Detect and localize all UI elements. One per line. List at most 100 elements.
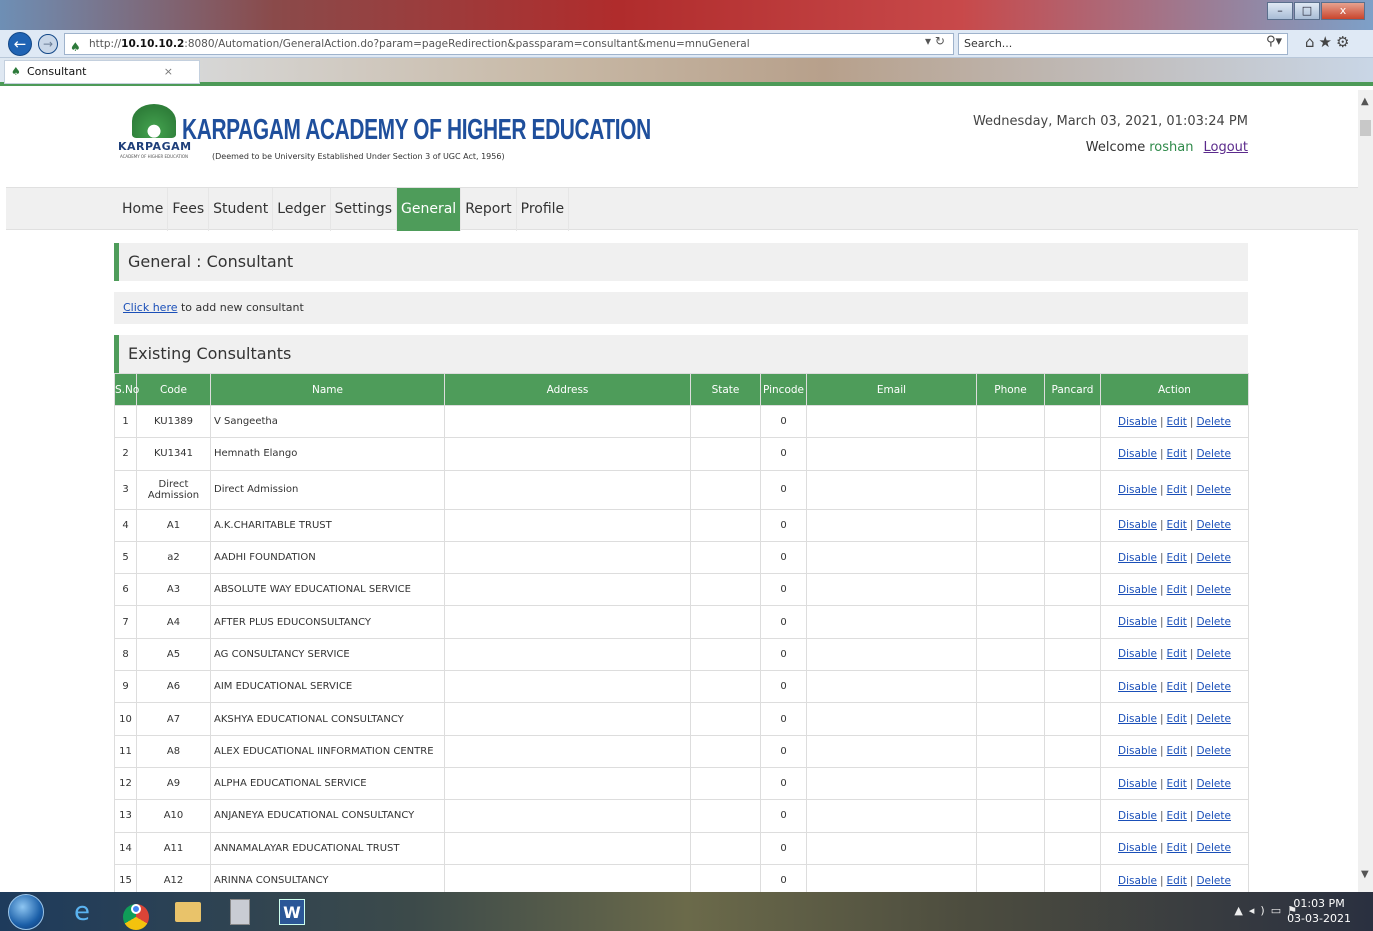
delete-link[interactable]: Delete bbox=[1196, 778, 1231, 790]
url-field[interactable]: ♠ http://10.10.10.2:8080/Automation/Gene… bbox=[64, 33, 954, 55]
volume-icon[interactable]: ◂) bbox=[1249, 904, 1271, 917]
edit-link[interactable]: Edit bbox=[1167, 713, 1187, 725]
cell-email bbox=[806, 508, 977, 542]
disable-link[interactable]: Disable bbox=[1118, 681, 1157, 693]
network-icon[interactable]: ▭ bbox=[1271, 904, 1287, 917]
cell-phone bbox=[976, 605, 1045, 639]
cell-phone bbox=[976, 404, 1045, 439]
delete-link[interactable]: Delete bbox=[1196, 448, 1231, 460]
internet-explorer-icon[interactable]: e bbox=[66, 896, 98, 928]
word-icon[interactable]: W bbox=[276, 896, 308, 928]
disable-link[interactable]: Disable bbox=[1118, 745, 1157, 757]
home-icon[interactable]: ⌂ bbox=[1305, 33, 1319, 51]
back-button[interactable]: ← bbox=[8, 32, 32, 56]
edit-link[interactable]: Edit bbox=[1167, 519, 1187, 531]
edit-link[interactable]: Edit bbox=[1167, 810, 1187, 822]
edit-link[interactable]: Edit bbox=[1167, 484, 1187, 496]
refresh-icon[interactable]: ▾ ↻ bbox=[925, 34, 945, 48]
tab-consultant[interactable]: ♠ Consultant × bbox=[4, 60, 200, 84]
menu-item-home[interactable]: Home bbox=[118, 188, 169, 231]
delete-link[interactable]: Delete bbox=[1196, 648, 1231, 660]
cell-address bbox=[444, 540, 691, 575]
tab-close-icon[interactable]: × bbox=[164, 61, 173, 83]
cell-phone bbox=[976, 469, 1045, 510]
edit-link[interactable]: Edit bbox=[1167, 778, 1187, 790]
menu-item-profile[interactable]: Profile bbox=[517, 188, 570, 231]
cell-name: AIM EDUCATIONAL SERVICE bbox=[210, 670, 445, 704]
disable-link[interactable]: Disable bbox=[1118, 842, 1157, 854]
chrome-icon[interactable] bbox=[120, 896, 152, 930]
delete-link[interactable]: Delete bbox=[1196, 842, 1231, 854]
disable-link[interactable]: Disable bbox=[1118, 875, 1157, 887]
disable-link[interactable]: Disable bbox=[1118, 519, 1157, 531]
favorites-star-icon[interactable]: ★ bbox=[1319, 33, 1336, 51]
disable-link[interactable]: Disable bbox=[1118, 584, 1157, 596]
edit-link[interactable]: Edit bbox=[1167, 875, 1187, 887]
disable-link[interactable]: Disable bbox=[1118, 810, 1157, 822]
delete-link[interactable]: Delete bbox=[1196, 552, 1231, 564]
disable-link[interactable]: Disable bbox=[1118, 552, 1157, 564]
table-row: 8 A5 AG CONSULTANCY SERVICE 0 Disable | Edit | D… bbox=[114, 637, 1249, 672]
delete-link[interactable]: Delete bbox=[1196, 875, 1231, 887]
cell-phone bbox=[976, 863, 1045, 892]
disable-link[interactable]: Disable bbox=[1118, 778, 1157, 790]
disable-link[interactable]: Disable bbox=[1118, 416, 1157, 428]
delete-link[interactable]: Delete bbox=[1196, 745, 1231, 757]
delete-link[interactable]: Delete bbox=[1196, 681, 1231, 693]
minimize-button[interactable]: – bbox=[1267, 2, 1293, 20]
disable-link[interactable]: Disable bbox=[1118, 648, 1157, 660]
edit-link[interactable]: Edit bbox=[1167, 681, 1187, 693]
cell-pincode: 0 bbox=[760, 404, 807, 439]
edit-link[interactable]: Edit bbox=[1167, 842, 1187, 854]
edit-link[interactable]: Edit bbox=[1167, 616, 1187, 628]
calculator-icon[interactable] bbox=[224, 896, 256, 928]
menu-item-general[interactable]: General bbox=[397, 188, 462, 231]
delete-link[interactable]: Delete bbox=[1196, 416, 1231, 428]
file-explorer-icon[interactable] bbox=[172, 896, 204, 928]
settings-gear-icon[interactable]: ⚙ bbox=[1336, 33, 1353, 51]
menu-item-ledger[interactable]: Ledger bbox=[273, 188, 331, 231]
start-button[interactable] bbox=[8, 894, 44, 930]
menu-item-report[interactable]: Report bbox=[461, 188, 517, 231]
disable-link[interactable]: Disable bbox=[1118, 448, 1157, 460]
menu-item-settings[interactable]: Settings bbox=[331, 188, 398, 231]
edit-link[interactable]: Edit bbox=[1167, 552, 1187, 564]
add-consultant-link[interactable]: Click here bbox=[123, 301, 178, 314]
scroll-up-icon[interactable]: ▲ bbox=[1361, 96, 1369, 107]
edit-link[interactable]: Edit bbox=[1167, 584, 1187, 596]
edit-link[interactable]: Edit bbox=[1167, 745, 1187, 757]
cell-pincode: 0 bbox=[760, 734, 807, 768]
taskbar-clock[interactable]: 01:03 PM 03-03-2021 bbox=[1287, 896, 1351, 926]
tray-expand-icon[interactable]: ▲ bbox=[1234, 904, 1248, 917]
forward-button[interactable]: → bbox=[38, 34, 58, 54]
delete-link[interactable]: Delete bbox=[1196, 519, 1231, 531]
menu-item-student[interactable]: Student bbox=[209, 188, 274, 231]
scroll-down-icon[interactable]: ▼ bbox=[1361, 869, 1369, 880]
delete-link[interactable]: Delete bbox=[1196, 484, 1231, 496]
delete-link[interactable]: Delete bbox=[1196, 810, 1231, 822]
search-input[interactable]: Search... bbox=[958, 33, 1288, 55]
edit-link[interactable]: Edit bbox=[1167, 648, 1187, 660]
cell-state bbox=[690, 508, 761, 542]
close-window-button[interactable]: x bbox=[1321, 2, 1365, 20]
logout-link[interactable]: Logout bbox=[1203, 140, 1248, 155]
maximize-button[interactable]: □ bbox=[1294, 2, 1320, 20]
delete-link[interactable]: Delete bbox=[1196, 713, 1231, 725]
delete-link[interactable]: Delete bbox=[1196, 616, 1231, 628]
cell-name: ALEX EDUCATIONAL IINFORMATION CENTRE bbox=[210, 734, 445, 768]
search-icon[interactable]: ⚲▾ bbox=[1266, 34, 1282, 49]
action-separator: | bbox=[1160, 874, 1164, 887]
disable-link[interactable]: Disable bbox=[1118, 616, 1157, 628]
edit-link[interactable]: Edit bbox=[1167, 416, 1187, 428]
cell-action: Disable | Edit | Delete bbox=[1100, 702, 1249, 736]
table-row: 9 A6 AIM EDUCATIONAL SERVICE 0 Disable | Edit |… bbox=[114, 670, 1249, 704]
page-scrollbar[interactable]: ▲ ▼ bbox=[1358, 90, 1373, 892]
cell-email bbox=[806, 670, 977, 704]
delete-link[interactable]: Delete bbox=[1196, 584, 1231, 596]
menu-item-fees[interactable]: Fees bbox=[168, 188, 210, 231]
cell-pancard bbox=[1044, 573, 1101, 607]
scrollbar-thumb[interactable] bbox=[1360, 120, 1371, 136]
disable-link[interactable]: Disable bbox=[1118, 713, 1157, 725]
edit-link[interactable]: Edit bbox=[1167, 448, 1187, 460]
disable-link[interactable]: Disable bbox=[1118, 484, 1157, 496]
